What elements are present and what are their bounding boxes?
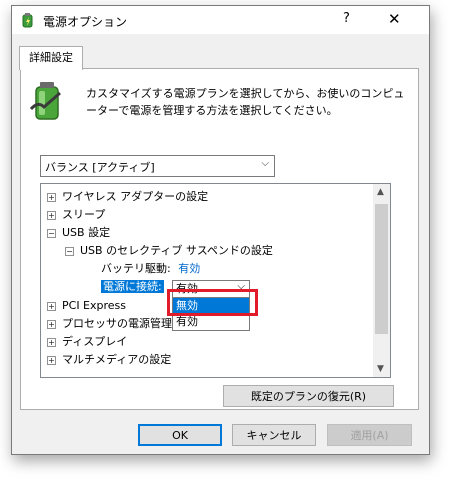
plan-select[interactable]: バランス [アクティブ] ⌵ — [40, 155, 275, 177]
dropdown-option-disabled[interactable]: 無効 — [173, 298, 249, 314]
tab-advanced-settings[interactable]: 詳細設定 — [19, 46, 83, 70]
ok-button[interactable]: OK — [138, 424, 222, 446]
description-text: カスタマイズする電源プランを選択してから、お使いのコンピューターで電源を管理する… — [86, 87, 405, 117]
tree-item-label: マルチメディアの設定 — [62, 353, 172, 366]
settings-tree[interactable]: + ワイヤレス アダプターの設定 + スリープ − USB 設定 − USB のセレクテ… — [40, 183, 391, 378]
tree-item-usb-selective-suspend[interactable]: − USB のセレクティブ サスペンドの設定 — [65, 242, 273, 260]
chevron-down-icon: ⌵ — [237, 281, 245, 292]
collapse-icon[interactable]: − — [65, 246, 74, 256]
title-bar: 電源オプション ? ✕ — [12, 6, 429, 34]
battery-plan-icon — [30, 82, 61, 120]
power-options-icon — [22, 13, 33, 28]
expand-icon[interactable]: + — [47, 192, 56, 202]
tree-item-label: ワイヤレス アダプターの設定 — [62, 190, 209, 203]
tree-item-wireless[interactable]: + ワイヤレス アダプターの設定 — [47, 188, 208, 206]
expand-icon[interactable]: + — [47, 210, 56, 220]
tree-item-processor[interactable]: + プロセッサの電源管理 — [47, 315, 172, 333]
tree-item-multimedia[interactable]: + マルチメディアの設定 — [47, 351, 171, 369]
tree-item-plugged-in[interactable]: 電源に接続: — [101, 278, 164, 296]
tree-item-label: PCI Express — [62, 299, 127, 312]
plugged-in-dropdown-list[interactable]: 無効 有効 — [172, 297, 250, 331]
close-button[interactable]: ✕ — [388, 10, 401, 28]
tree-item-pci-express[interactable]: + PCI Express — [47, 297, 126, 315]
apply-button[interactable]: 適用(A) — [327, 424, 412, 446]
power-options-dialog: 電源オプション ? ✕ 詳細設定 カスタマイズする電源プランを選択してから、お使… — [11, 5, 430, 455]
scroll-up-icon[interactable]: ▲ — [377, 187, 384, 197]
cancel-button[interactable]: キャンセル — [232, 424, 316, 446]
dropdown-option-enabled[interactable]: 有効 — [173, 314, 249, 330]
tree-item-label: USB のセレクティブ サスペンドの設定 — [80, 244, 273, 257]
restore-defaults-button[interactable]: 既定のプランの復元(R) — [223, 385, 394, 407]
tree-item-sleep[interactable]: + スリープ — [47, 206, 105, 224]
tree-item-on-battery[interactable]: バッテリ駆動: 有効 — [101, 260, 200, 278]
setting-label-selected: 電源に接続: — [101, 280, 164, 293]
collapse-icon[interactable]: − — [47, 228, 56, 238]
tree-item-label: USB 設定 — [62, 226, 111, 239]
tree-item-display[interactable]: + ディスプレイ — [47, 333, 127, 351]
tree-item-label: ディスプレイ — [62, 335, 128, 348]
scroll-down-icon[interactable]: ▼ — [377, 364, 384, 374]
expand-icon[interactable]: + — [47, 301, 56, 311]
plugged-in-select-value: 有効 — [176, 282, 198, 295]
tree-item-usb[interactable]: − USB 設定 — [47, 224, 110, 242]
tree-item-label: プロセッサの電源管理 — [62, 317, 172, 330]
scroll-thumb[interactable] — [375, 204, 388, 334]
setting-label: バッテリ駆動: — [101, 262, 171, 275]
expand-icon[interactable]: + — [47, 319, 56, 329]
window-title: 電源オプション — [43, 15, 128, 29]
expand-icon[interactable]: + — [47, 337, 56, 347]
setting-value-link[interactable]: 有効 — [178, 262, 200, 275]
tree-scrollbar[interactable]: ▲ ▼ — [373, 184, 390, 377]
expand-icon[interactable]: + — [47, 355, 56, 365]
help-button[interactable]: ? — [343, 11, 350, 26]
plan-select-value: バランス [アクティブ] — [45, 161, 155, 174]
tree-item-label: スリープ — [62, 208, 106, 221]
chevron-down-icon: ⌵ — [261, 158, 269, 169]
plugged-in-select[interactable]: 有効 ⌵ — [172, 280, 250, 298]
